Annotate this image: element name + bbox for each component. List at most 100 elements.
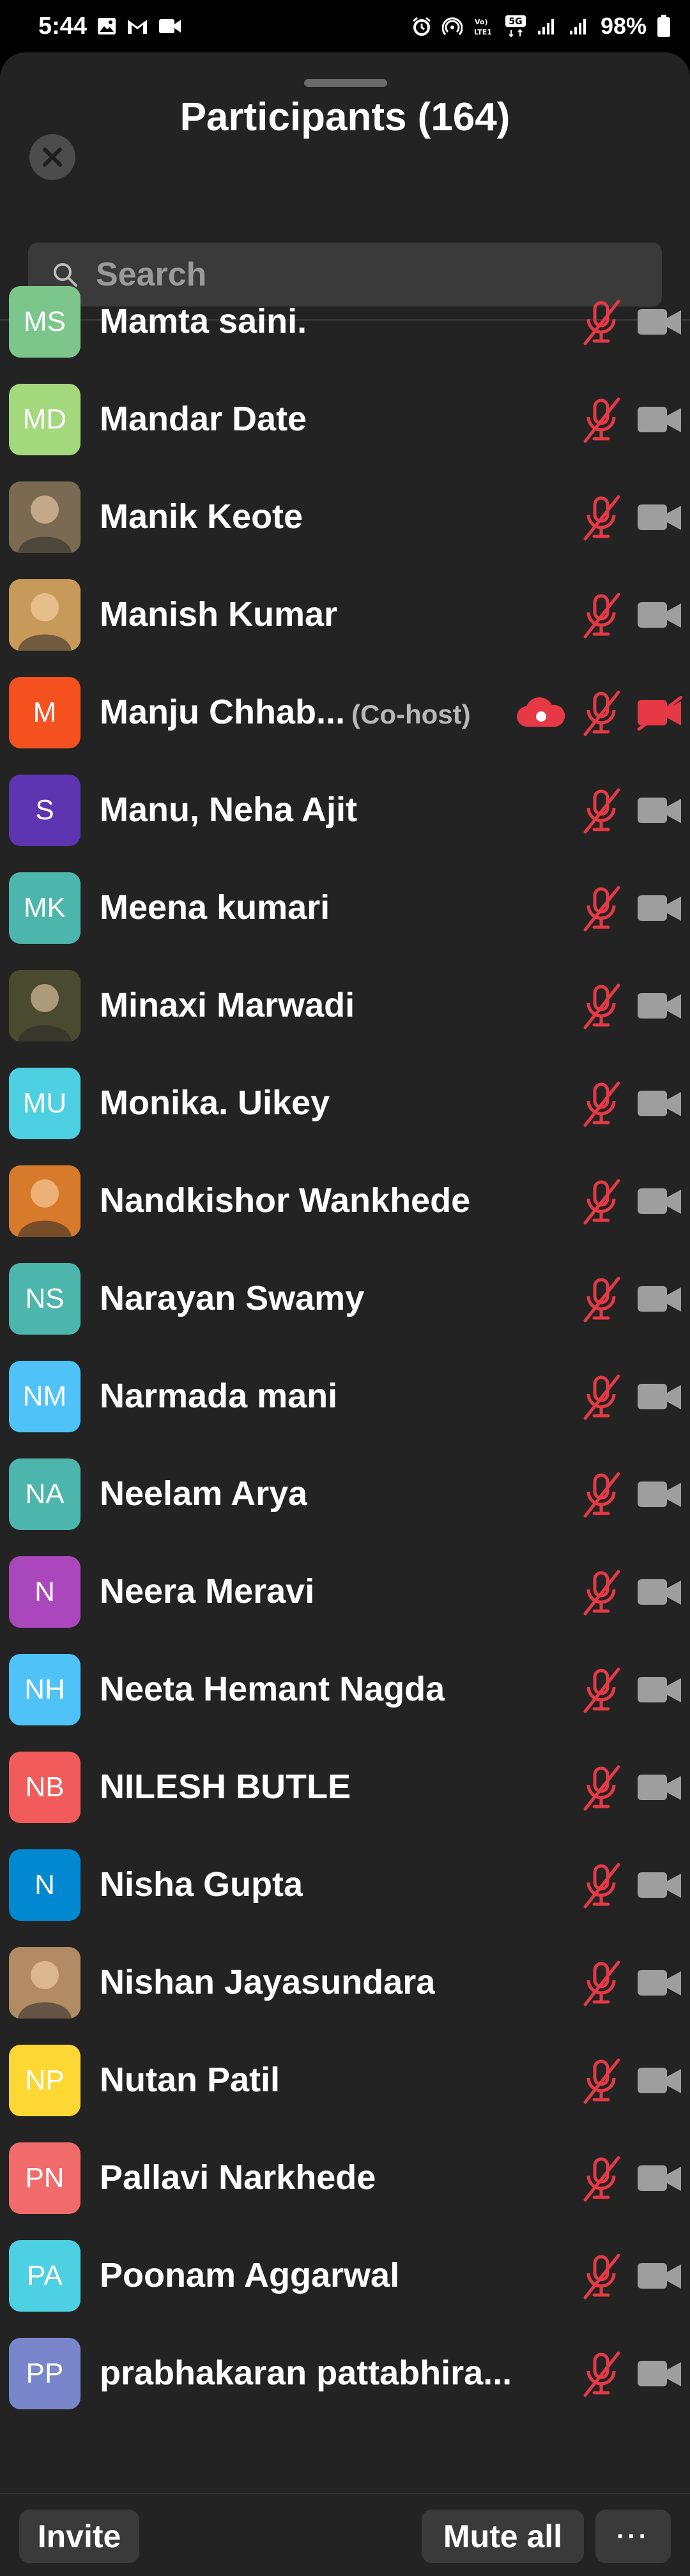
drag-handle[interactable] — [304, 79, 387, 87]
gmail-icon — [126, 17, 148, 35]
video-icon[interactable] — [636, 1087, 682, 1121]
mic-muted-icon[interactable] — [579, 397, 624, 444]
svg-text:5G: 5G — [509, 17, 522, 27]
avatar: S — [9, 775, 80, 846]
mic-muted-icon[interactable] — [579, 1764, 624, 1812]
mic-muted-icon[interactable] — [579, 1471, 624, 1519]
mic-muted-icon[interactable] — [579, 1178, 624, 1225]
gallery-icon — [97, 17, 116, 35]
video-icon[interactable] — [636, 1575, 682, 1610]
close-button[interactable] — [29, 134, 75, 180]
mic-muted-icon[interactable] — [579, 1569, 624, 1616]
participant-name: Neeta Hemant Nagda — [100, 1669, 445, 1709]
participant-row[interactable]: M Manju Chhab... (Co-host) — [0, 664, 690, 762]
participant-row[interactable]: Nishan Jayasundara — [0, 1934, 690, 2032]
battery-icon — [657, 15, 671, 38]
video-icon[interactable] — [636, 1966, 682, 2001]
participant-name: Monika. Uikey — [100, 1083, 330, 1123]
participant-row[interactable]: PP prabhakaran pattabhira... — [0, 2325, 690, 2423]
avatar — [9, 1947, 80, 2019]
video-icon[interactable] — [636, 1282, 682, 1317]
participant-row[interactable]: NS Narayan Swamy — [0, 1250, 690, 1348]
hotspot-icon — [441, 16, 463, 36]
participant-row[interactable]: NP Nutan Patil — [0, 2032, 690, 2130]
video-icon[interactable] — [636, 891, 682, 926]
mic-muted-icon[interactable] — [579, 1374, 624, 1421]
alarm-icon — [411, 16, 432, 36]
avatar: NM — [9, 1361, 80, 1432]
mic-muted-icon[interactable] — [579, 494, 624, 542]
video-icon[interactable] — [636, 2259, 682, 2294]
avatar: PP — [9, 2338, 80, 2409]
video-off-icon[interactable] — [636, 695, 683, 731]
participant-name: Nutan Patil — [100, 2060, 280, 2100]
participant-row[interactable]: PA Poonam Aggarwal — [0, 2227, 690, 2325]
video-icon[interactable] — [636, 1771, 682, 1805]
participant-row[interactable]: NA Neelam Arya — [0, 1446, 690, 1543]
svg-text:LTE1: LTE1 — [474, 28, 492, 36]
network-5g-icon: 5G — [505, 15, 526, 38]
mic-muted-icon[interactable] — [579, 1667, 624, 1714]
participant-name: Manu, Neha Ajit — [100, 790, 357, 830]
cohost-label: (Co-host) — [351, 699, 471, 729]
participant-name-text: Neera Meravi — [100, 1572, 315, 1610]
avatar: MD — [9, 384, 80, 455]
participant-row[interactable]: MS Mamta saini. — [0, 273, 690, 371]
video-icon[interactable] — [636, 598, 682, 633]
video-icon[interactable] — [636, 2162, 682, 2196]
mic-muted-icon[interactable] — [579, 2155, 624, 2202]
mic-muted-icon[interactable] — [579, 787, 624, 835]
video-icon[interactable] — [636, 403, 682, 437]
participant-name-text: Meena kumari — [100, 888, 330, 927]
mic-muted-icon[interactable] — [579, 690, 624, 737]
video-icon[interactable] — [636, 305, 682, 340]
mic-muted-icon[interactable] — [579, 885, 624, 932]
video-icon[interactable] — [636, 2357, 682, 2391]
page-title: Participants (164) — [180, 95, 510, 139]
participant-row[interactable]: NM Narmada mani — [0, 1348, 690, 1446]
invite-button[interactable]: Invite — [19, 2510, 139, 2563]
mic-muted-icon[interactable] — [579, 1276, 624, 1323]
participant-row[interactable]: Manish Kumar — [0, 566, 690, 664]
participant-row[interactable]: NB NILESH BUTLE — [0, 1739, 690, 1837]
participant-row[interactable]: Manik Keote — [0, 469, 690, 566]
participant-row[interactable]: S Manu, Neha Ajit — [0, 762, 690, 860]
participant-name: Nishan Jayasundara — [100, 1962, 435, 2002]
video-icon[interactable] — [636, 1380, 682, 1414]
svg-text:Vo): Vo) — [475, 18, 488, 26]
mic-muted-icon[interactable] — [579, 1960, 624, 2007]
mute-all-button[interactable]: Mute all — [422, 2510, 584, 2563]
participant-row[interactable]: MU Monika. Uikey — [0, 1055, 690, 1153]
video-icon[interactable] — [636, 1478, 682, 1512]
participant-row[interactable]: Nandkishor Wankhede — [0, 1153, 690, 1250]
video-icon[interactable] — [636, 989, 682, 1024]
mic-muted-icon[interactable] — [579, 592, 624, 639]
video-icon[interactable] — [636, 794, 682, 828]
mic-muted-icon[interactable] — [579, 1862, 624, 1909]
participant-row[interactable]: MD Mandar Date — [0, 371, 690, 469]
participant-row[interactable]: PN Pallavi Narkhede — [0, 2130, 690, 2227]
video-icon[interactable] — [636, 1185, 682, 1219]
mic-muted-icon[interactable] — [579, 299, 624, 346]
participant-row[interactable]: N Nisha Gupta — [0, 1837, 690, 1934]
status-left: 5:44 — [38, 13, 181, 40]
video-icon[interactable] — [636, 2064, 682, 2098]
participant-row[interactable]: MK Meena kumari — [0, 860, 690, 957]
video-icon[interactable] — [636, 1868, 682, 1903]
video-icon[interactable] — [636, 1673, 682, 1708]
more-options-button[interactable]: ··· — [595, 2510, 671, 2563]
avatar — [9, 970, 80, 1042]
mic-muted-icon[interactable] — [579, 2057, 624, 2105]
participant-name: Mamta saini. — [100, 301, 307, 341]
mic-muted-icon[interactable] — [579, 2253, 624, 2300]
mic-muted-icon[interactable] — [579, 2351, 624, 2398]
video-icon[interactable] — [636, 501, 682, 535]
participant-row[interactable]: NH Neeta Hemant Nagda — [0, 1641, 690, 1739]
mic-muted-icon[interactable] — [579, 983, 624, 1030]
participant-name: Manju Chhab... (Co-host) — [100, 692, 471, 732]
avatar: NB — [9, 1752, 80, 1823]
participant-row[interactable]: N Neera Meravi — [0, 1543, 690, 1641]
participant-row[interactable]: Minaxi Marwadi — [0, 957, 690, 1055]
signal-icon-2 — [569, 17, 590, 36]
mic-muted-icon[interactable] — [579, 1080, 624, 1128]
